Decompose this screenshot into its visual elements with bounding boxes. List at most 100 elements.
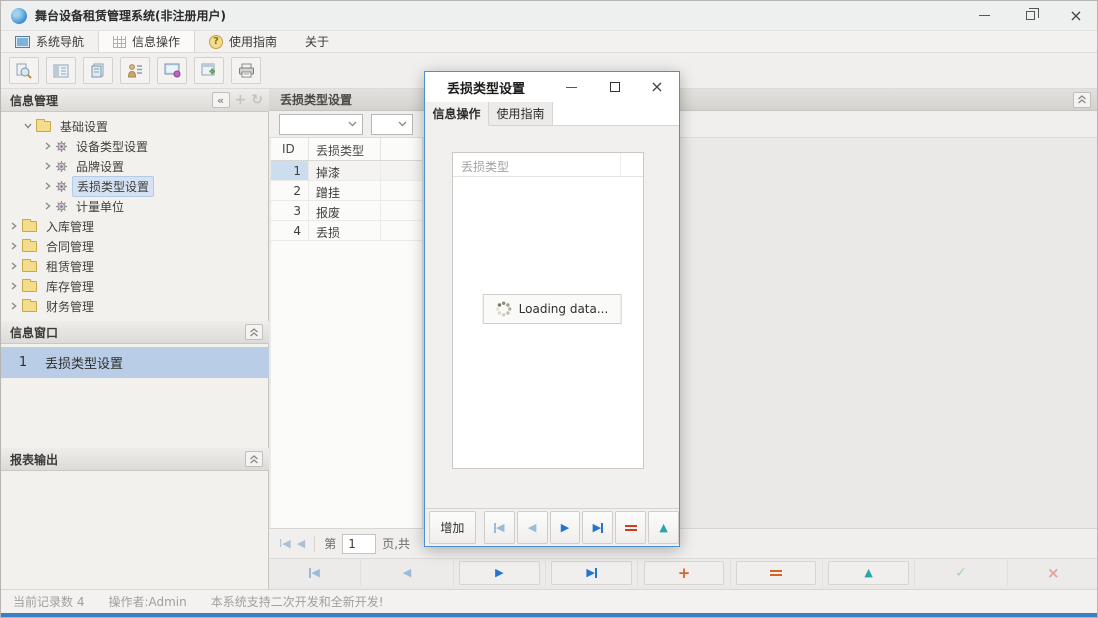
maximize-icon (610, 82, 620, 92)
menu-item-user-guide[interactable]: ? 使用指南 (195, 31, 291, 52)
nav-add-button[interactable]: + (638, 559, 731, 586)
menu-bar: 系统导航 信息操作 ? 使用指南 关于 (1, 31, 1097, 53)
page-number-input[interactable] (342, 533, 377, 554)
dialog-close-button[interactable]: × (637, 72, 677, 102)
folder-icon (36, 118, 51, 132)
dialog-prev-button[interactable]: ◀ (516, 511, 548, 544)
chevron-right-icon[interactable] (41, 202, 54, 210)
user-tasks-button[interactable] (120, 57, 150, 84)
tree-node-base-settings[interactable]: 基础设置 (1, 116, 269, 136)
dialog-next-button[interactable]: ▶ (549, 511, 581, 544)
chevron-right-icon[interactable] (41, 162, 54, 170)
chevron-right-icon[interactable] (7, 302, 20, 310)
nav-next-button[interactable]: ▶ (454, 559, 546, 586)
collapse-up-button[interactable] (245, 451, 263, 467)
folder-icon (22, 218, 37, 232)
collapse-up-button[interactable] (245, 324, 263, 340)
info-panel-header: 信息管理 « + ↻ (1, 89, 269, 112)
dialog-tab-info-ops[interactable]: 信息操作 (425, 102, 489, 126)
form-view-button[interactable] (46, 57, 76, 84)
tree-node-unit[interactable]: 计量单位 (1, 196, 269, 216)
tree-node-brand[interactable]: 品牌设置 (1, 156, 269, 176)
nav-prev-button[interactable]: ◀ (361, 559, 454, 586)
folder-icon (22, 298, 37, 312)
column-header-id[interactable]: ID (271, 138, 309, 160)
refresh-icon[interactable]: ↻ (251, 92, 263, 108)
table-row[interactable]: 1 掉漆 (271, 161, 422, 181)
document-button[interactable] (83, 57, 113, 84)
nav-confirm-button[interactable]: ✓ (915, 559, 1008, 586)
minimize-button[interactable] (961, 1, 1007, 30)
table-row[interactable]: 2 蹭挂 (271, 181, 422, 201)
nav-cancel-button[interactable]: × (1008, 559, 1097, 586)
dialog-column-header[interactable]: 丢损类型 (453, 153, 621, 176)
dialog-maximize-button[interactable] (595, 72, 635, 102)
tree-node-rental[interactable]: 租赁管理 (1, 256, 269, 276)
nav-last-button[interactable]: ▶ (546, 559, 639, 586)
dialog-remove-button[interactable] (615, 511, 647, 544)
menu-label: 信息操作 (132, 35, 181, 49)
filter-dropdown-2[interactable] (371, 113, 413, 135)
tree-label: 入库管理 (46, 219, 95, 234)
filter-dropdown-1[interactable] (279, 113, 363, 135)
add-record-button[interactable]: 增加 (429, 511, 476, 544)
dialog-edit-button[interactable]: ▲ (648, 511, 680, 544)
menu-item-system-nav[interactable]: 系统导航 (1, 31, 98, 52)
first-page-icon[interactable]: Ⅰ◀ (279, 537, 291, 550)
restore-icon (1025, 8, 1039, 20)
monitor-browse-button[interactable] (157, 57, 187, 84)
tree-node-device-type[interactable]: 设备类型设置 (1, 136, 269, 156)
menu-item-info-ops[interactable]: 信息操作 (98, 31, 196, 52)
tree-label: 财务管理 (46, 299, 95, 314)
chevron-down-icon (348, 121, 357, 127)
chevron-right-icon[interactable] (7, 222, 20, 230)
dialog-last-button[interactable]: ▶ (582, 511, 614, 544)
gear-icon (56, 200, 67, 212)
window-panel-header: 信息窗口 (1, 321, 269, 344)
tree-label: 设备类型设置 (76, 139, 149, 154)
chevron-right-icon[interactable] (7, 242, 20, 250)
gear-icon (56, 140, 67, 152)
table-row[interactable]: 3 报废 (271, 201, 422, 221)
menu-item-about[interactable]: 关于 (291, 31, 343, 52)
tree-node-inventory[interactable]: 库存管理 (1, 276, 269, 296)
cell-type: 丢损 (309, 221, 381, 240)
chevron-down-icon[interactable] (21, 123, 34, 129)
page-label: 第 (324, 537, 337, 551)
close-icon: × (650, 77, 664, 96)
nav-remove-button[interactable] (731, 559, 823, 586)
tree-node-contract[interactable]: 合同管理 (1, 236, 269, 256)
status-message: 本系统支持二次开发和全新开发! (210, 595, 384, 609)
nav-first-button[interactable]: ◀ (269, 559, 362, 586)
list-item-loss-type-window[interactable]: 1 丢损类型设置 (1, 347, 269, 378)
tree-node-loss-type[interactable]: 丢损类型设置 (1, 175, 269, 197)
list-item-index: 1 (18, 355, 28, 370)
add-icon[interactable]: + (235, 92, 247, 108)
collapse-up-button[interactable] (1073, 91, 1091, 108)
prev-page-icon[interactable]: ◀ (297, 537, 305, 550)
folder-icon (22, 278, 37, 292)
cell-id: 3 (271, 201, 309, 220)
tree-node-finance[interactable]: 财务管理 (1, 296, 269, 316)
chevron-right-icon[interactable] (41, 142, 54, 150)
restore-button[interactable] (1007, 1, 1053, 30)
column-header-type[interactable]: 丢损类型 (309, 138, 381, 160)
chevron-right-icon[interactable] (41, 182, 54, 190)
search-button[interactable] (9, 57, 39, 84)
nav-edit-button[interactable]: ▲ (823, 559, 916, 586)
folder-icon (22, 238, 37, 252)
collapse-left-button[interactable]: « (211, 92, 230, 108)
table-row[interactable]: 4 丢损 (271, 221, 422, 241)
dialog-first-button[interactable]: ◀ (483, 511, 515, 544)
printer-button[interactable] (231, 57, 261, 84)
chevron-right-icon[interactable] (7, 262, 20, 270)
window-panel-title: 信息窗口 (10, 325, 59, 340)
add-window-button[interactable] (194, 57, 224, 84)
dialog-minimize-button[interactable] (551, 72, 591, 102)
page-suffix-label: 页,共 (382, 537, 411, 551)
application-window: 舞台设备租赁管理系统(非注册用户) × 系统导航 信息操作 ? 使用指南 关于 (0, 0, 1098, 618)
chevron-right-icon[interactable] (7, 282, 20, 290)
tree-node-inbound[interactable]: 入库管理 (1, 216, 269, 236)
dialog-tab-user-guide[interactable]: 使用指南 (489, 102, 553, 125)
close-button[interactable]: × (1053, 1, 1097, 30)
